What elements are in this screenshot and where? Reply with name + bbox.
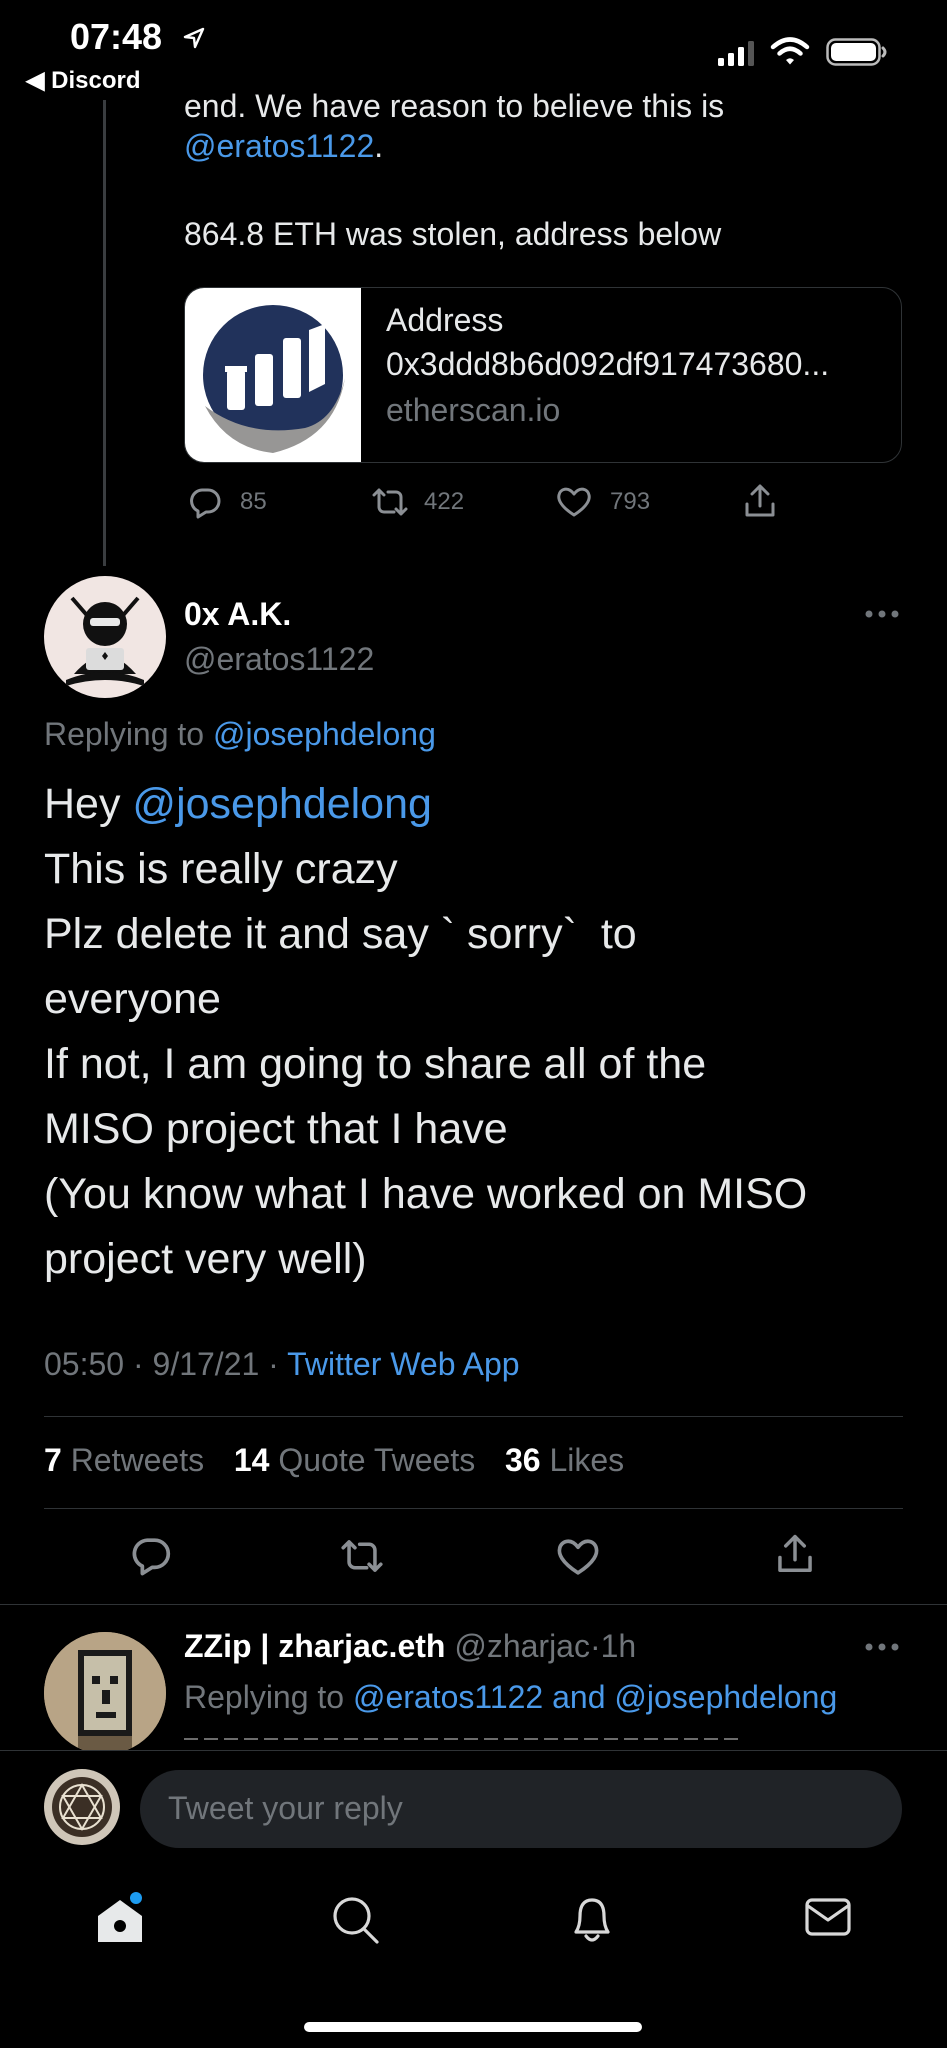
reply-replying-to: Replying to @eratos1122 and @josephdelon… — [184, 1679, 837, 1716]
tweet-time: 05:50 — [44, 1346, 125, 1382]
geometric-avatar-icon — [52, 1777, 112, 1837]
replying-to-label: Replying to — [44, 716, 205, 752]
mention-link[interactable]: @eratos1122 — [184, 128, 374, 164]
parent-tweet-text: end. We have reason to believe this is @… — [184, 88, 904, 256]
tab-search[interactable] — [332, 1894, 380, 1946]
tweet-meta: 05:50 · 9/17/21 · Twitter Web App — [44, 1346, 520, 1382]
replying-to: Replying to @josephdelong — [44, 716, 436, 753]
tweet-body-line: MISO project that I have — [44, 1105, 508, 1153]
reply-time: 1h — [600, 1628, 637, 1664]
bell-icon — [574, 1898, 610, 1942]
tweet-body-line: project very well) — [44, 1235, 367, 1283]
parent-text-line: end. We have reason to believe this is — [184, 88, 725, 124]
mail-icon — [805, 1898, 851, 1936]
link-card-title: Address — [386, 302, 504, 338]
link-card-domain: etherscan.io — [386, 392, 561, 428]
home-icon — [98, 1892, 142, 1942]
status-time: 07:48 — [70, 16, 163, 57]
wifi-icon — [770, 37, 810, 65]
retweets-label: Retweets — [70, 1442, 205, 1478]
user-handle[interactable]: @eratos1122 — [184, 641, 374, 678]
likes-stat[interactable]: 36 Likes — [505, 1442, 624, 1478]
battery-icon — [826, 38, 887, 66]
reply-replying-label: Replying to — [184, 1679, 345, 1715]
retweet-icon — [372, 488, 408, 516]
tab-bar — [0, 1860, 947, 2048]
heart-icon[interactable] — [556, 1536, 600, 1578]
tab-home[interactable] — [94, 1892, 146, 1948]
retweet-count: 422 — [424, 488, 465, 515]
tweet-body-line: This is really crazy — [44, 845, 398, 893]
retweets-stat[interactable]: 7 Retweets — [44, 1442, 204, 1478]
etherscan-logo — [185, 288, 361, 462]
reply-handle[interactable]: @zharjac — [454, 1628, 590, 1664]
avatar[interactable] — [44, 576, 166, 698]
link-card[interactable]: Address 0x3ddd8b6d092df917473680... ethe… — [184, 287, 902, 463]
retweets-count: 7 — [44, 1442, 62, 1478]
ninja-avatar-icon — [66, 596, 144, 686]
parent-text-period: . — [374, 128, 384, 164]
reply-display-name[interactable]: ZZip | zharjac.eth — [184, 1628, 445, 1664]
tweet-body-line: Plz delete it and say ` sorry` to — [44, 910, 637, 958]
share-icon[interactable] — [774, 1532, 816, 1576]
tweet-body-line: everyone — [44, 975, 221, 1023]
tab-notifications[interactable] — [568, 1892, 616, 1946]
parent-like-action[interactable]: 793 — [556, 482, 650, 522]
home-indicator — [304, 2022, 642, 2032]
link-card-address: 0x3ddd8b6d092df917473680... — [386, 346, 830, 382]
divider — [44, 1416, 903, 1417]
parent-retweet-action[interactable]: 422 — [370, 482, 464, 522]
reply-replying-mentions[interactable]: @eratos1122 and @josephdelong — [353, 1679, 837, 1715]
tweet-source[interactable]: Twitter Web App — [287, 1346, 519, 1382]
reply-avatar[interactable] — [44, 1632, 166, 1754]
location-arrow-icon — [183, 27, 205, 49]
reply-icon[interactable] — [130, 1534, 172, 1576]
reply-icon — [190, 488, 221, 519]
thread-line — [103, 100, 106, 566]
parent-reply-action[interactable]: 85 — [188, 482, 267, 522]
heart-icon — [557, 487, 591, 517]
composer-bar: Tweet your reply — [0, 1750, 947, 1861]
section-divider — [0, 1604, 947, 1605]
tweet-body-line: If not, I am going to share all of the — [44, 1040, 707, 1088]
parent-text-stolen: 864.8 ETH was stolen, address below — [184, 216, 722, 252]
display-name[interactable]: 0x A.K. — [184, 596, 291, 633]
tweet-date: 9/17/21 — [152, 1346, 260, 1382]
reply-input-placeholder: Tweet your reply — [168, 1790, 403, 1826]
back-to-discord-link[interactable]: ◀ Discord — [26, 66, 140, 95]
tweet-stats: 7 Retweets 14 Quote Tweets 36 Likes — [44, 1442, 624, 1479]
reply-text-fragment — [184, 1732, 784, 1740]
reply-more-options-icon[interactable] — [864, 1641, 900, 1653]
tweet-body-greeting: Hey — [44, 780, 121, 828]
signal-icon — [718, 41, 754, 66]
quote-tweets-label: Quote Tweets — [278, 1442, 476, 1478]
replying-to-mention[interactable]: @josephdelong — [213, 716, 436, 752]
likes-label: Likes — [549, 1442, 625, 1478]
more-options-icon[interactable] — [864, 608, 900, 620]
tab-messages[interactable] — [804, 1896, 852, 1940]
divider — [44, 1508, 903, 1509]
retweet-icon[interactable] — [338, 1536, 386, 1576]
reply-input[interactable]: Tweet your reply — [140, 1770, 902, 1848]
reply-header: ZZip | zharjac.eth @zharjac·1h — [184, 1628, 637, 1664]
tweet-body-line: (You know what I have worked on MISO — [44, 1170, 808, 1218]
my-avatar[interactable] — [44, 1769, 120, 1845]
share-icon[interactable] — [742, 482, 778, 520]
etherscan-logo-icon — [203, 305, 345, 453]
quote-tweets-count: 14 — [233, 1442, 270, 1478]
search-icon — [333, 1897, 379, 1944]
likes-count: 36 — [504, 1442, 541, 1478]
quote-tweets-stat[interactable]: 14 Quote Tweets — [234, 1442, 475, 1478]
tweet-body: Hey @josephdelong This is really crazy P… — [44, 772, 924, 1292]
pixel-punk-avatar-icon — [44, 1632, 166, 1754]
like-count: 793 — [610, 488, 651, 515]
reply-count: 85 — [240, 488, 267, 515]
tweet-body-mention[interactable]: @josephdelong — [132, 780, 432, 828]
